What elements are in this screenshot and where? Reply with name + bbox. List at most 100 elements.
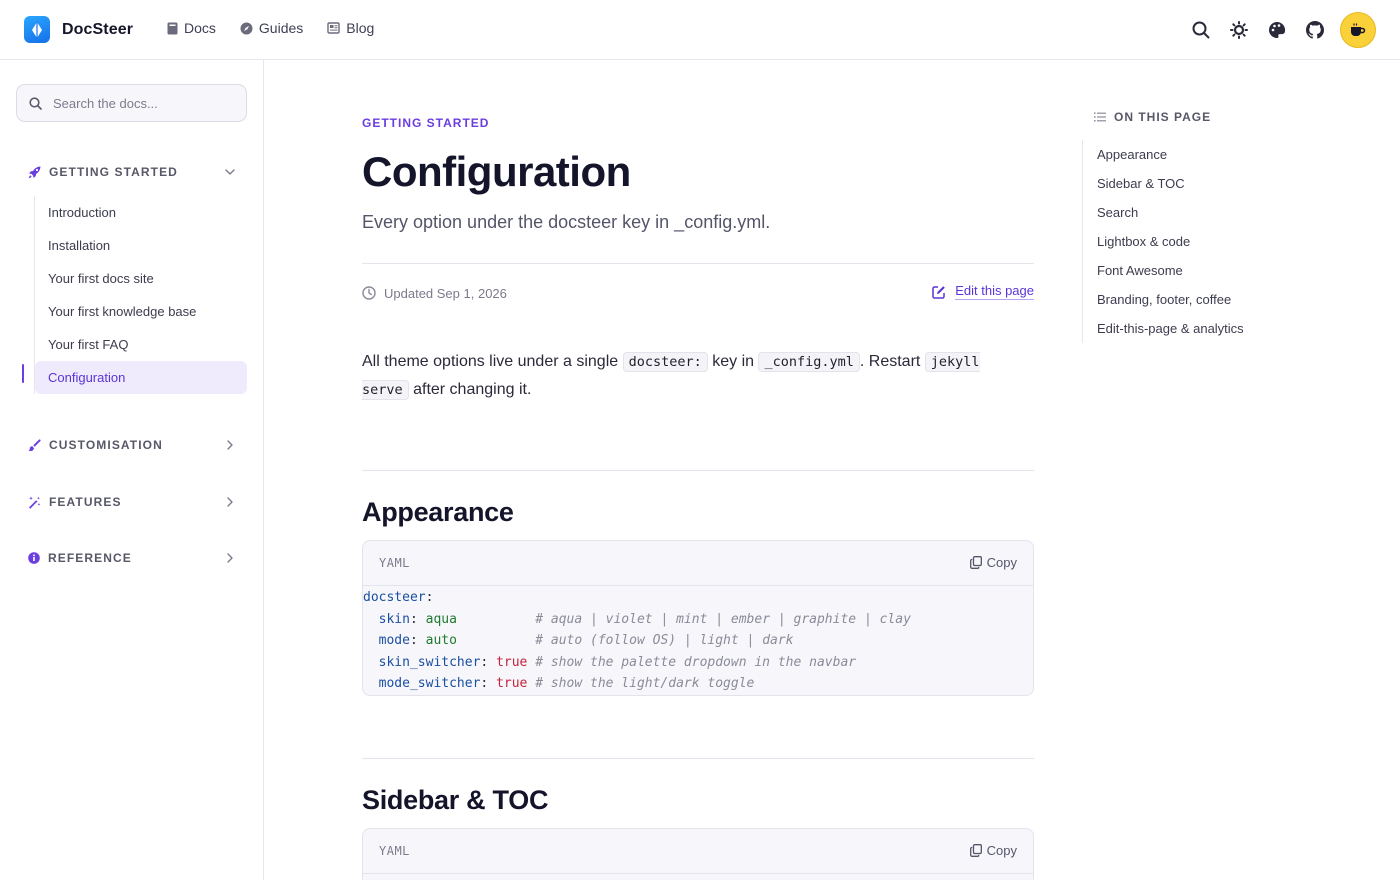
chevron-right-icon	[227, 497, 233, 507]
navbar-actions	[1188, 12, 1376, 48]
copy-icon	[969, 556, 982, 569]
newspaper-icon	[327, 22, 340, 34]
nav-link-docs[interactable]: Docs	[167, 20, 216, 36]
sidebar-section-reference[interactable]: REFERENCE	[28, 548, 240, 568]
getting-started-items: Introduction Installation Your first doc…	[34, 196, 247, 394]
nav-link-guides[interactable]: Guides	[240, 20, 303, 36]
search-icon	[1192, 21, 1210, 39]
toc-item-edit-page-analytics[interactable]: Edit-this-page & analytics	[1097, 314, 1322, 343]
page-eyebrow: GETTING STARTED	[362, 116, 490, 130]
code-block-header: YAML Copy	[363, 541, 1033, 586]
code-language-label: YAML	[379, 556, 410, 570]
docs-search-input[interactable]	[53, 95, 223, 111]
code-line: skin: aqua # aqua | violet | mint | embe…	[378, 611, 911, 627]
page-title: Configuration	[362, 148, 631, 195]
chevron-right-icon	[227, 553, 233, 563]
toc-header: ON THIS PAGE	[1094, 110, 1211, 124]
header-divider	[362, 263, 1034, 264]
code-line: mode_switcher: true # show the light/dar…	[378, 676, 755, 692]
code-key: mode_switcher	[378, 676, 481, 692]
copy-code-button[interactable]: Copy	[969, 843, 1017, 858]
edit-page-link[interactable]: Edit this page	[932, 283, 1034, 300]
edit-page-label: Edit this page	[955, 283, 1034, 300]
info-icon	[28, 552, 40, 564]
updated-date: Updated Sep 1, 2026	[384, 285, 507, 301]
chevron-down-icon	[225, 169, 235, 175]
code-comment: # show the palette dropdown in the navba…	[535, 654, 857, 670]
sidebar-item-installation[interactable]: Installation	[35, 229, 247, 262]
github-button[interactable]	[1302, 12, 1328, 48]
magic-wand-icon	[29, 496, 41, 509]
toc-item-branding-footer-coffee[interactable]: Branding, footer, coffee	[1097, 285, 1322, 314]
code-key: docsteer	[363, 590, 426, 605]
intro-text: All theme options live under a single	[362, 353, 619, 370]
code-value: aqua	[425, 611, 457, 627]
toc-item-lightbox-code[interactable]: Lightbox & code	[1097, 227, 1322, 256]
sidebar-section-label: CUSTOMISATION	[49, 438, 163, 452]
code-value: true	[496, 676, 528, 692]
buy-coffee-button[interactable]	[1340, 12, 1376, 48]
code-content: docsteer: skin: aqua # aqua | violet | m…	[363, 586, 1033, 695]
main-nav: Docs Guides Blog	[167, 20, 374, 36]
section-heading-appearance: Appearance	[362, 497, 514, 527]
code-comment: # aqua | violet | mint | ember | graphit…	[535, 611, 911, 627]
docs-search-box[interactable]	[16, 84, 247, 122]
section-heading-sidebar-toc: Sidebar & TOC	[362, 785, 549, 815]
code-value: auto	[425, 633, 457, 649]
coffee-icon	[1351, 23, 1366, 36]
code-comment: # show the light/dark toggle	[535, 676, 755, 692]
skin-switcher-button[interactable]	[1264, 12, 1290, 48]
search-button[interactable]	[1188, 12, 1214, 48]
sun-icon	[1230, 21, 1248, 39]
inline-code: docsteer:	[622, 352, 708, 372]
page-lead: Every option under the docsteer key in _…	[362, 212, 771, 232]
brush-icon	[28, 438, 41, 451]
toc-item-sidebar-toc[interactable]: Sidebar & TOC	[1097, 169, 1322, 198]
sidebar-item-introduction[interactable]: Introduction	[35, 196, 247, 229]
mode-toggle-button[interactable]	[1226, 12, 1252, 48]
code-line: docsteer:	[363, 590, 434, 605]
copy-label: Copy	[986, 555, 1017, 570]
section-divider	[362, 758, 1034, 759]
intro-text: . Restart	[859, 353, 921, 370]
sidebar-section-getting-started[interactable]: GETTING STARTED	[28, 162, 240, 182]
toc-item-font-awesome[interactable]: Font Awesome	[1097, 256, 1322, 285]
code-block-header: YAML Copy	[363, 829, 1033, 874]
code-line: skin_switcher: true # show the palette d…	[378, 654, 857, 670]
intro-paragraph: All theme options live under a single do…	[362, 348, 1034, 404]
toc-list: Appearance Sidebar & TOC Search Lightbox…	[1082, 140, 1322, 343]
sidebar-item-first-faq[interactable]: Your first FAQ	[35, 328, 247, 361]
intro-text: key in	[712, 353, 755, 370]
code-key: mode	[378, 633, 410, 649]
left-sidebar: GETTING STARTED Introduction Installatio…	[0, 60, 264, 880]
sidebar-item-first-knowledge-base[interactable]: Your first knowledge base	[35, 295, 247, 328]
sidebar-item-configuration[interactable]: Configuration	[35, 361, 247, 394]
copy-code-button[interactable]: Copy	[969, 555, 1017, 570]
code-line: mode: auto # auto (follow OS) | light | …	[378, 633, 794, 649]
active-item-marker	[22, 364, 24, 383]
copy-label: Copy	[986, 843, 1017, 858]
toc-item-appearance[interactable]: Appearance	[1097, 140, 1322, 169]
sidebar-item-first-docs-site[interactable]: Your first docs site	[35, 262, 247, 295]
sidebar-section-features[interactable]: FEATURES	[28, 492, 240, 512]
brand-logo-icon	[24, 16, 50, 43]
sidebar-section-customisation[interactable]: CUSTOMISATION	[28, 435, 240, 455]
code-block-appearance: YAML Copy docsteer: skin: aqua # aqua | …	[362, 540, 1034, 696]
code-key: skin_switcher	[378, 654, 481, 670]
inline-code: _config.yml	[758, 352, 860, 372]
search-icon	[29, 96, 42, 110]
chevron-right-icon	[227, 440, 233, 450]
code-comment: # auto (follow OS) | light | dark	[535, 633, 794, 649]
nav-link-label: Guides	[258, 20, 304, 36]
brand-link[interactable]: DocSteer	[24, 16, 133, 43]
nav-link-blog[interactable]: Blog	[327, 20, 374, 36]
book-icon	[167, 22, 178, 34]
section-divider	[362, 470, 1034, 471]
github-icon	[1306, 21, 1324, 39]
code-value: true	[496, 654, 528, 670]
list-icon	[1094, 112, 1106, 122]
toc-item-search[interactable]: Search	[1097, 198, 1322, 227]
rocket-icon	[28, 166, 41, 178]
toc-title: ON THIS PAGE	[1114, 110, 1212, 124]
copy-icon	[969, 844, 982, 857]
